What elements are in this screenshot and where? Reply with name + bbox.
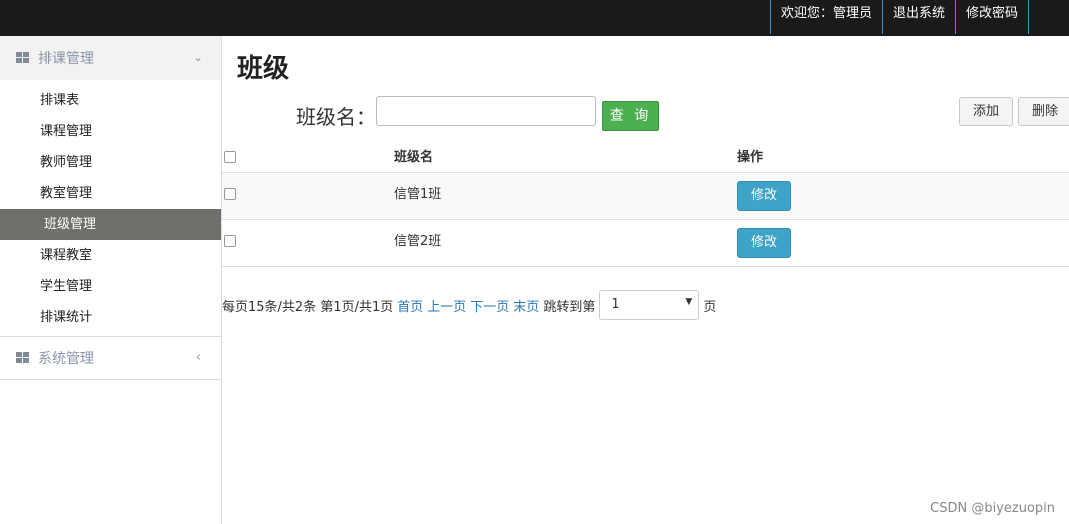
table-row: 信管2班 修改 (222, 220, 1069, 267)
prev-page-link[interactable]: 上一页 (427, 296, 466, 315)
column-header-op: 操作 (737, 150, 764, 165)
sidebar-group-schedule[interactable]: 排课管理 ⌄ (0, 36, 221, 80)
sidebar-item-classrooms[interactable]: 教室管理 (0, 178, 221, 209)
page-suffix: 页 (703, 299, 717, 315)
sidebar-group-system[interactable]: 系统管理 ‹ (0, 336, 221, 380)
sidebar-item-statistics[interactable]: 排课统计 (0, 302, 221, 333)
sidebar-group-label: 排课管理 (38, 51, 94, 67)
page-title: 班级 (237, 54, 290, 84)
first-page-link[interactable]: 首页 (397, 296, 423, 315)
jump-label: 跳转到第 (543, 299, 596, 315)
table-header-row: 班级名 操作 (222, 136, 1069, 173)
sidebar-item-course-classroom[interactable]: 课程教室 (0, 240, 221, 271)
watermark: CSDN @biyezuopin (930, 501, 1055, 516)
class-name-search-input[interactable] (376, 96, 596, 126)
search-button[interactable]: 查 询 (602, 101, 659, 131)
add-button[interactable]: 添加 (959, 97, 1013, 126)
sidebar-item-schedule-table[interactable]: 排课表 (0, 85, 221, 116)
page-select-value: 1 (611, 297, 620, 312)
sidebar: 排课管理 ⌄ 排课表 课程管理 教师管理 教室管理 班级管理 课程教室 学生管理… (0, 36, 222, 524)
sidebar-item-teachers[interactable]: 教师管理 (0, 147, 221, 178)
chevron-down-icon: ⌄ (192, 50, 203, 64)
edit-button[interactable]: 修改 (737, 228, 791, 258)
table-row: 信管1班 修改 (222, 173, 1069, 220)
class-name-cell: 信管2班 (394, 234, 442, 249)
sidebar-item-classes[interactable]: 班级管理 (0, 209, 221, 240)
sidebar-group-label: 系统管理 (38, 351, 94, 367)
row-checkbox[interactable] (224, 188, 236, 200)
class-name-cell: 信管1班 (394, 187, 442, 202)
next-page-link[interactable]: 下一页 (470, 296, 509, 315)
sidebar-item-students[interactable]: 学生管理 (0, 271, 221, 302)
change-password-link[interactable]: 修改密码 (956, 0, 1030, 34)
welcome-text: 欢迎您：管理员 (771, 0, 884, 34)
grid-icon (16, 52, 29, 64)
column-header-name: 班级名 (394, 150, 434, 165)
delete-button[interactable]: 删除 (1018, 97, 1069, 126)
page-select[interactable]: 1 ▼ (599, 290, 700, 320)
top-bar: 欢迎您：管理员 退出系统 修改密码 (0, 0, 1069, 36)
row-checkbox[interactable] (224, 235, 236, 247)
main-content: 班级 班级名： 查 询 添加 删除 班级名 操作 信管1班 修改 信管2班 修改… (222, 36, 1069, 524)
select-all-checkbox[interactable] (224, 151, 236, 163)
search-label: 班级名： (296, 105, 376, 129)
sidebar-menu: 排课表 课程管理 教师管理 教室管理 班级管理 课程教室 学生管理 排课统计 (0, 80, 221, 333)
chevron-left-icon: ‹ (195, 350, 201, 365)
pager-summary: 每页15条/共2条 第1页/共1页 (222, 299, 394, 315)
edit-button[interactable]: 修改 (737, 181, 791, 211)
sidebar-item-courses[interactable]: 课程管理 (0, 116, 221, 147)
grid-icon (16, 352, 29, 364)
class-table: 班级名 操作 信管1班 修改 信管2班 修改 (222, 136, 1069, 267)
last-page-link[interactable]: 末页 (513, 296, 539, 315)
logout-link[interactable]: 退出系统 (883, 0, 957, 34)
pagination: 每页15条/共2条 第1页/共1页 首页 上一页 下一页 末页 跳转到第 1 ▼… (222, 290, 716, 320)
dropdown-arrow-icon: ▼ (685, 297, 693, 307)
top-nav: 欢迎您：管理员 退出系统 修改密码 (770, 0, 1030, 34)
